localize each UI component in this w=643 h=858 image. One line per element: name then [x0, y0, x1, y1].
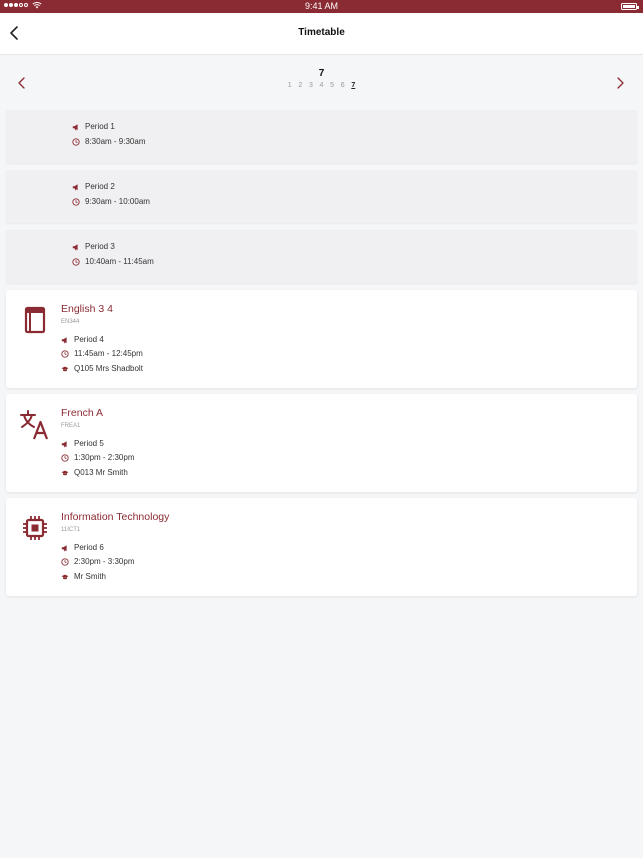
megaphone-icon	[72, 123, 78, 130]
class-name: English 3 4	[61, 303, 113, 315]
class-card[interactable]: English 3 4 EN344 Period 4 11:45am - 12:…	[6, 290, 637, 388]
class-name: Information Technology	[61, 511, 170, 523]
period-label: Period 5	[74, 439, 104, 448]
class-card[interactable]: French A FREA1 Period 5 1:30pm - 2:30pm …	[6, 394, 637, 492]
time-label: 9:30am - 10:00am	[85, 197, 150, 206]
class-code: 11ICT1	[61, 527, 81, 533]
graduation-cap-icon	[61, 470, 69, 475]
status-time: 9:41 AM	[304, 1, 339, 11]
class-code: EN344	[61, 319, 80, 325]
location-row: Q105 Mrs Shadbolt	[61, 364, 143, 373]
megaphone-icon	[61, 336, 67, 343]
next-day-chevron-icon[interactable]	[615, 76, 625, 90]
location-label: Q105 Mrs Shadbolt	[74, 364, 143, 373]
day-link-2[interactable]: 2	[297, 82, 304, 89]
megaphone-icon	[61, 544, 67, 551]
class-card[interactable]: Information Technology 11ICT1 Period 6 2…	[6, 498, 637, 596]
period-label: Period 2	[85, 182, 115, 191]
clock-icon	[72, 257, 80, 266]
translate-icon	[20, 410, 49, 440]
location-label: Q013 Mr Smith	[74, 468, 128, 477]
period-label: Period 1	[85, 122, 115, 131]
time-label: 11:45am - 12:45pm	[74, 349, 143, 358]
free-period-card[interactable]: Period 1 8:30am - 9:30am	[6, 110, 637, 163]
clock-icon	[61, 349, 69, 358]
battery-icon	[621, 3, 639, 10]
class-name: French A	[61, 407, 104, 419]
time-row: 2:30pm - 3:30pm	[61, 557, 134, 566]
period-label: Period 4	[74, 335, 104, 344]
day-link-4[interactable]: 4	[318, 82, 325, 89]
graduation-cap-icon	[61, 366, 69, 371]
time-row: 9:30am - 10:00am	[72, 197, 150, 206]
day-link-7[interactable]: 7	[350, 82, 357, 89]
time-row: 8:30am - 9:30am	[72, 137, 145, 146]
clock-icon	[61, 453, 69, 462]
free-period-card[interactable]: Period 3 10:40am - 11:45am	[6, 230, 637, 283]
period-row: Period 5	[61, 439, 104, 448]
day-link-3[interactable]: 3	[308, 82, 315, 89]
day-pagination: 1 2 3 4 5 6 7	[0, 82, 643, 89]
location-row: Q013 Mr Smith	[61, 468, 128, 477]
period-row: Period 6	[61, 543, 104, 552]
time-label: 10:40am - 11:45am	[85, 257, 154, 266]
period-row: Period 4	[61, 335, 104, 344]
clock-icon	[61, 557, 69, 566]
period-row: Period 1	[72, 122, 115, 131]
current-day: 7	[318, 68, 325, 79]
megaphone-icon	[61, 440, 67, 447]
clock-icon	[72, 137, 80, 146]
day-link-5[interactable]: 5	[329, 82, 336, 89]
clock-icon	[72, 197, 80, 206]
time-label: 2:30pm - 3:30pm	[74, 557, 135, 566]
chip-icon	[23, 516, 47, 540]
time-label: 1:30pm - 2:30pm	[74, 453, 135, 462]
time-row: 1:30pm - 2:30pm	[61, 453, 134, 462]
period-row: Period 2	[72, 182, 115, 191]
free-period-card[interactable]: Period 2 9:30am - 10:00am	[6, 170, 637, 223]
megaphone-icon	[72, 183, 78, 190]
period-label: Period 6	[74, 543, 104, 552]
day-selector: 7 1 2 3 4 5 6 7	[0, 62, 643, 102]
status-bar: 9:41 AM	[0, 0, 643, 13]
page-title: Timetable	[298, 27, 345, 38]
period-row: Period 3	[72, 242, 115, 251]
time-label: 8:30am - 9:30am	[85, 137, 146, 146]
day-link-1[interactable]: 1	[286, 82, 293, 89]
location-row: Mr Smith	[61, 572, 106, 581]
navigation-bar: Timetable	[0, 13, 643, 55]
location-label: Mr Smith	[74, 572, 106, 581]
time-row: 10:40am - 11:45am	[72, 257, 154, 266]
class-code: FREA1	[61, 423, 81, 429]
period-label: Period 3	[85, 242, 115, 251]
graduation-cap-icon	[61, 574, 69, 579]
book-icon	[24, 306, 46, 334]
day-link-6[interactable]: 6	[339, 82, 346, 89]
megaphone-icon	[72, 243, 78, 250]
time-row: 11:45am - 12:45pm	[61, 349, 143, 358]
